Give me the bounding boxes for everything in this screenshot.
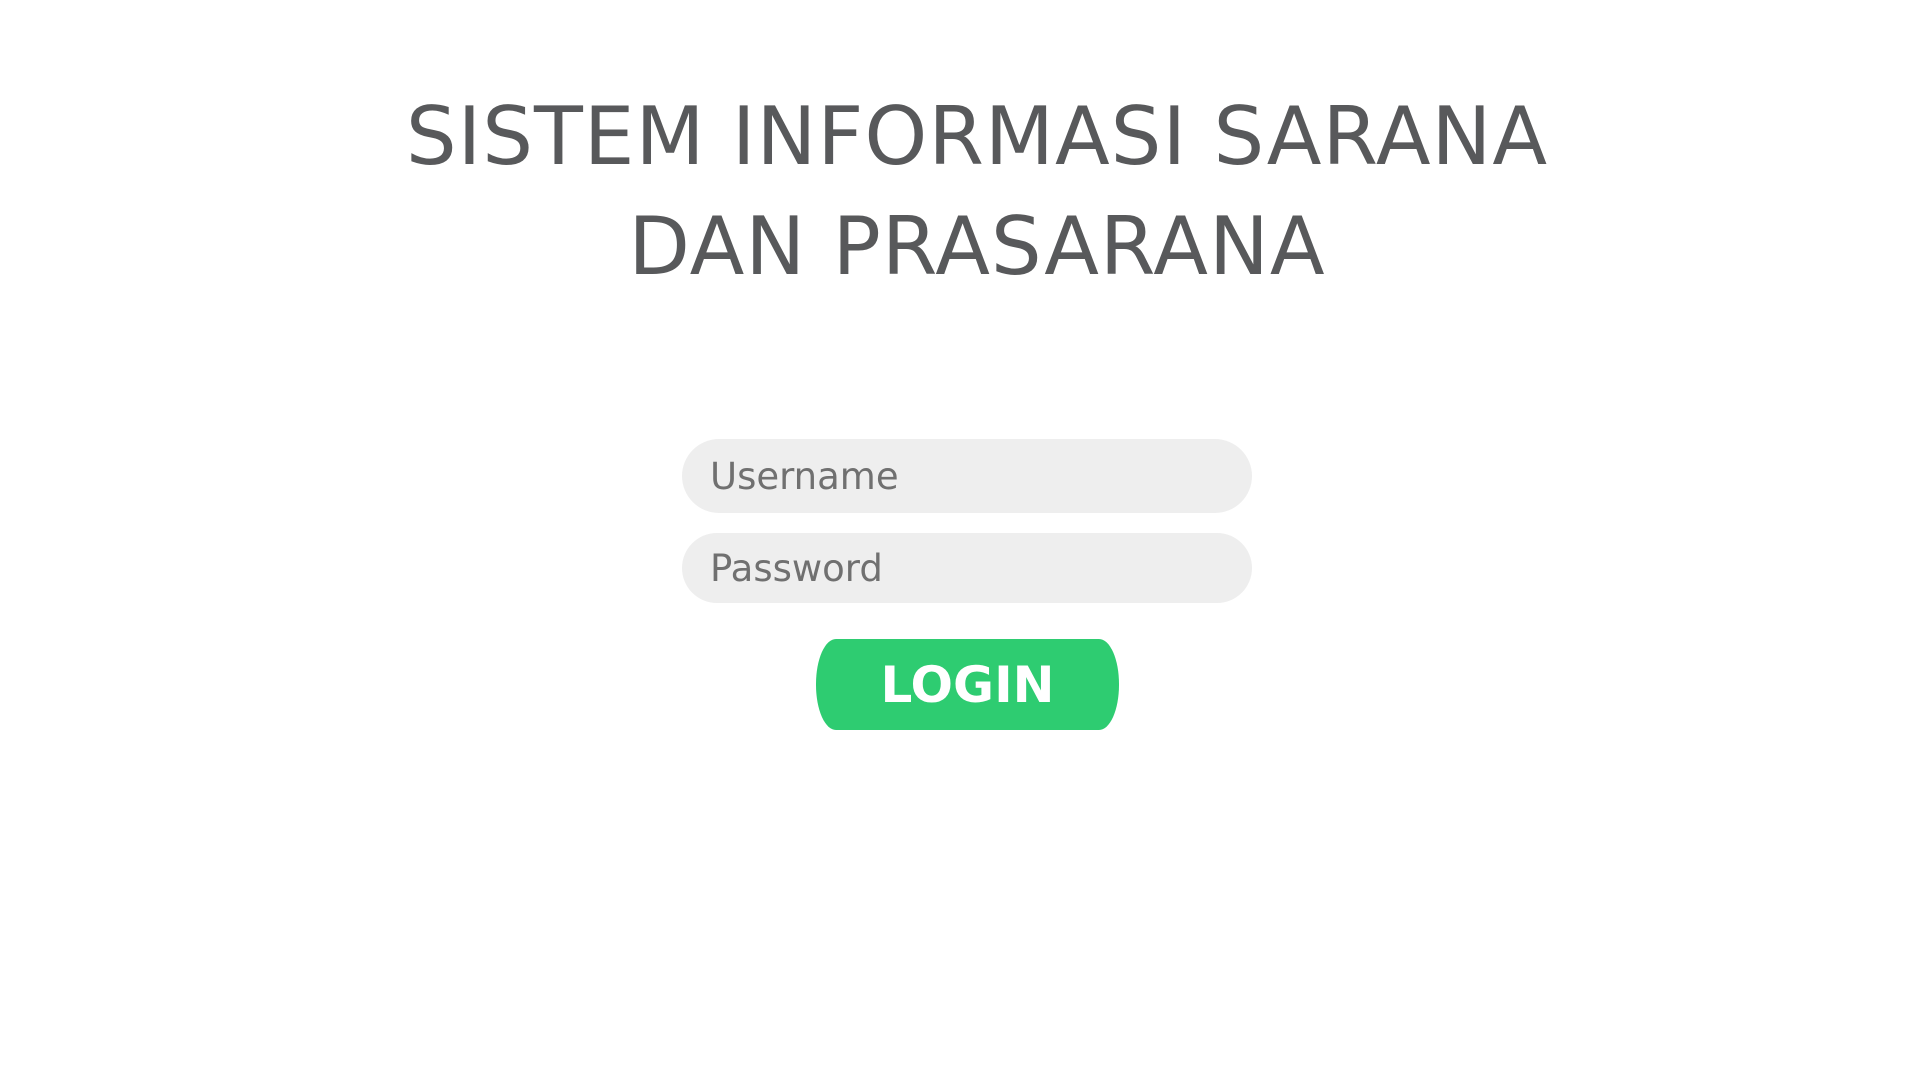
- login-form: LOGIN: [682, 439, 1252, 730]
- username-input[interactable]: [682, 439, 1252, 513]
- page-title-line-1: SISTEM INFORMASI SARANA: [405, 90, 1549, 183]
- password-input[interactable]: [682, 533, 1252, 603]
- page-title: SISTEM INFORMASI SARANA DAN PRASARANA: [0, 82, 1920, 302]
- login-page: SISTEM INFORMASI SARANA DAN PRASARANA LO…: [0, 0, 1920, 1080]
- page-title-line-2: DAN PRASARANA: [628, 200, 1326, 293]
- login-button[interactable]: LOGIN: [816, 639, 1119, 730]
